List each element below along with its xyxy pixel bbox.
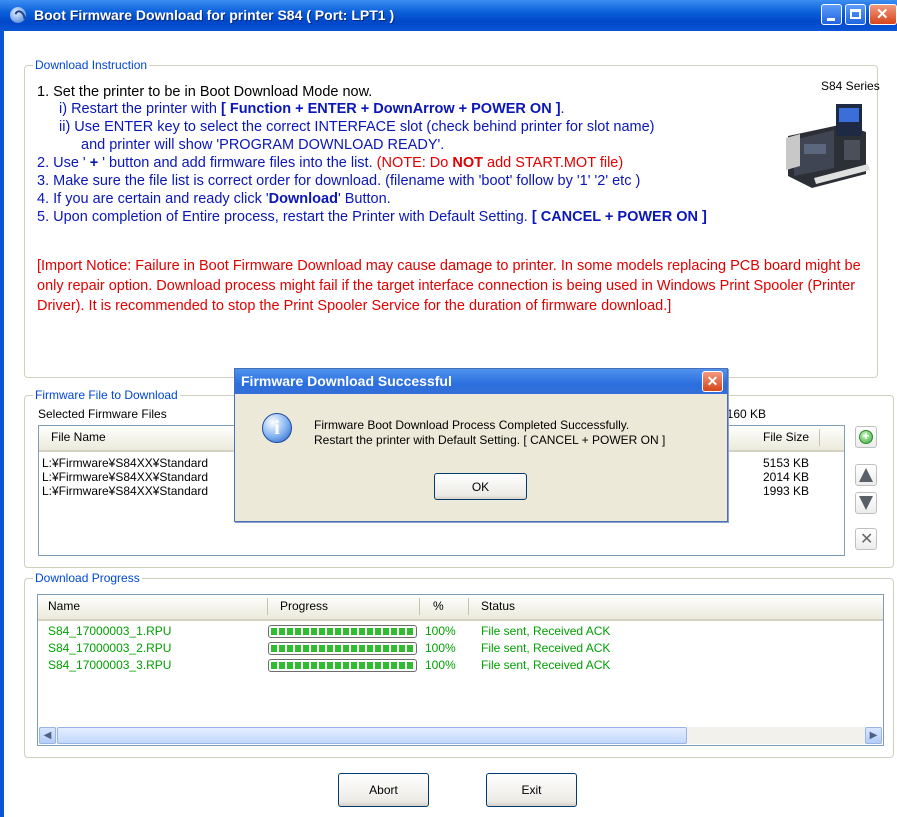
column-header-progress[interactable]: Progress: [280, 599, 328, 613]
remove-file-button[interactable]: ✕: [855, 528, 877, 550]
file-size: 2014 KB: [763, 470, 810, 484]
important-notice: [Import Notice: Failure in Boot Firmware…: [37, 258, 861, 314]
progress-fill: [271, 628, 414, 635]
dialog-body: i Firmware Boot Download Process Complet…: [235, 394, 727, 521]
dialog-title-bar: Firmware Download Successful ✕: [235, 369, 727, 394]
percent-value: 100%: [425, 641, 456, 655]
instruction-step-2: 2. Use ' + ' button and add firmware fil…: [37, 155, 623, 171]
move-up-button[interactable]: [855, 464, 877, 486]
percent-value: 100%: [425, 658, 456, 672]
exit-button[interactable]: Exit: [486, 773, 577, 807]
progress-bar: [268, 642, 417, 655]
add-icon: +: [859, 430, 873, 444]
progress-fill: [271, 645, 414, 652]
percent-value: 100%: [425, 624, 456, 638]
progress-bar: [268, 625, 417, 638]
move-down-button[interactable]: [855, 492, 877, 514]
abort-button[interactable]: Abort: [338, 773, 429, 807]
file-size: 1993 KB: [763, 484, 810, 498]
instruction-text: i) Restart the printer with: [59, 101, 221, 117]
list-header: Name Progress % Status: [38, 595, 883, 621]
instruction-text: ' button and add firmware files into the…: [102, 155, 377, 171]
remove-icon: ✕: [860, 531, 874, 548]
file-name: L:¥Firmware¥S84XX¥Standard: [42, 470, 209, 484]
instruction-text: 2. Use ': [37, 155, 86, 171]
move-down-icon: [859, 496, 873, 510]
scroll-right-icon[interactable]: ▶: [865, 727, 882, 744]
instruction-step-1: 1. Set the printer to be in Boot Downloa…: [37, 84, 373, 100]
instruction-step-1-ii: ii) Use ENTER key to select the correct …: [59, 119, 655, 135]
instruction-step-5: 5. Upon completion of Entire process, re…: [37, 209, 707, 225]
group-legend: Firmware File to Download: [35, 388, 178, 402]
column-separator[interactable]: [468, 598, 469, 615]
status-text: File sent, Received ACK: [481, 641, 611, 655]
series-label: S84 Series: [821, 79, 880, 93]
scrollbar-thumb[interactable]: [57, 727, 687, 744]
progress-fill: [271, 662, 414, 669]
printer-image: [786, 104, 870, 188]
progress-bar: [268, 659, 417, 672]
instruction-text: .: [560, 101, 565, 117]
info-icon: i: [262, 413, 292, 443]
status-text: File sent, Received ACK: [481, 624, 611, 638]
scroll-left-icon[interactable]: ◀: [39, 727, 56, 744]
move-up-icon: [859, 468, 873, 482]
key-combo: [ Function + ENTER + DownArrow + POWER O…: [220, 101, 561, 117]
horizontal-scrollbar[interactable]: ◀ ▶: [39, 727, 882, 744]
dialog-title: Firmware Download Successful: [241, 373, 452, 389]
instruction-step-4: 4. If you are certain and ready click 'D…: [37, 191, 391, 207]
instruction-step-1-i: i) Restart the printer with [ Function +…: [59, 101, 565, 117]
note-text: (NOTE: Do: [376, 155, 453, 171]
file-name: S84_17000003_3.RPU: [48, 658, 172, 672]
instruction-text: 4. If you are certain and ready click ': [37, 191, 269, 207]
column-header-name[interactable]: Name: [48, 599, 80, 613]
plus-symbol: +: [85, 155, 103, 171]
download-progress-list[interactable]: Name Progress % Status S84_17000003_1.RP…: [37, 594, 884, 746]
title-bar: Boot Firmware Download for printer S84 (…: [0, 0, 897, 32]
column-header-file-size[interactable]: File Size: [763, 430, 809, 444]
dialog-message-line-1: Firmware Boot Download Process Completed…: [314, 418, 630, 432]
table-row[interactable]: S84_17000003_2.RPU 100% File sent, Recei…: [38, 641, 883, 657]
note-emphasis: NOT: [452, 155, 483, 171]
table-row[interactable]: S84_17000003_1.RPU 100% File sent, Recei…: [38, 624, 883, 640]
file-size: 5153 KB: [763, 456, 810, 470]
instruction-step-3: 3. Make sure the file list is correct or…: [37, 173, 641, 189]
success-dialog: Firmware Download Successful ✕ i Firmwar…: [234, 368, 728, 522]
app-icon[interactable]: [10, 7, 26, 23]
instruction-text: ' Button.: [337, 191, 391, 207]
group-legend: Download Progress: [35, 571, 140, 585]
file-name: L:¥Firmware¥S84XX¥Standard: [42, 456, 209, 470]
selected-files-label: Selected Firmware Files: [38, 407, 167, 421]
instruction-step-1-ii-cont: and printer will show 'PROGRAM DOWNLOAD …: [81, 137, 445, 153]
maximize-icon[interactable]: [845, 4, 866, 25]
close-icon[interactable]: [869, 4, 897, 25]
note-text: add START.MOT file): [482, 155, 624, 171]
column-header-percent[interactable]: %: [433, 599, 444, 613]
column-header-status[interactable]: Status: [481, 599, 515, 613]
window-title: Boot Firmware Download for printer S84 (…: [34, 7, 395, 23]
column-separator[interactable]: [419, 598, 420, 615]
close-icon[interactable]: ✕: [702, 371, 723, 392]
instruction-panel: S84 Series 1. Set the printer to be in B…: [24, 58, 880, 376]
key-combo: [ CANCEL + POWER ON ]: [531, 209, 707, 225]
column-separator[interactable]: [267, 598, 268, 615]
add-file-button[interactable]: +: [855, 426, 877, 448]
window-client: Download Instruction S84 Series 1. Set t…: [0, 31, 897, 817]
dialog-message-line-2: Restart the printer with Default Setting…: [314, 433, 666, 447]
column-header-file-name[interactable]: File Name: [51, 430, 106, 444]
file-name: S84_17000003_2.RPU: [48, 641, 172, 655]
file-name: L:¥Firmware¥S84XX¥Standard: [42, 484, 209, 498]
ok-button[interactable]: OK: [434, 473, 527, 500]
file-name: S84_17000003_1.RPU: [48, 624, 172, 638]
column-separator[interactable]: [819, 429, 820, 446]
instruction-text: 5. Upon completion of Entire process, re…: [37, 209, 532, 225]
table-row[interactable]: S84_17000003_3.RPU 100% File sent, Recei…: [38, 658, 883, 674]
download-emphasis: Download: [268, 191, 338, 207]
status-text: File sent, Received ACK: [481, 658, 611, 672]
minimize-icon[interactable]: [821, 4, 842, 25]
